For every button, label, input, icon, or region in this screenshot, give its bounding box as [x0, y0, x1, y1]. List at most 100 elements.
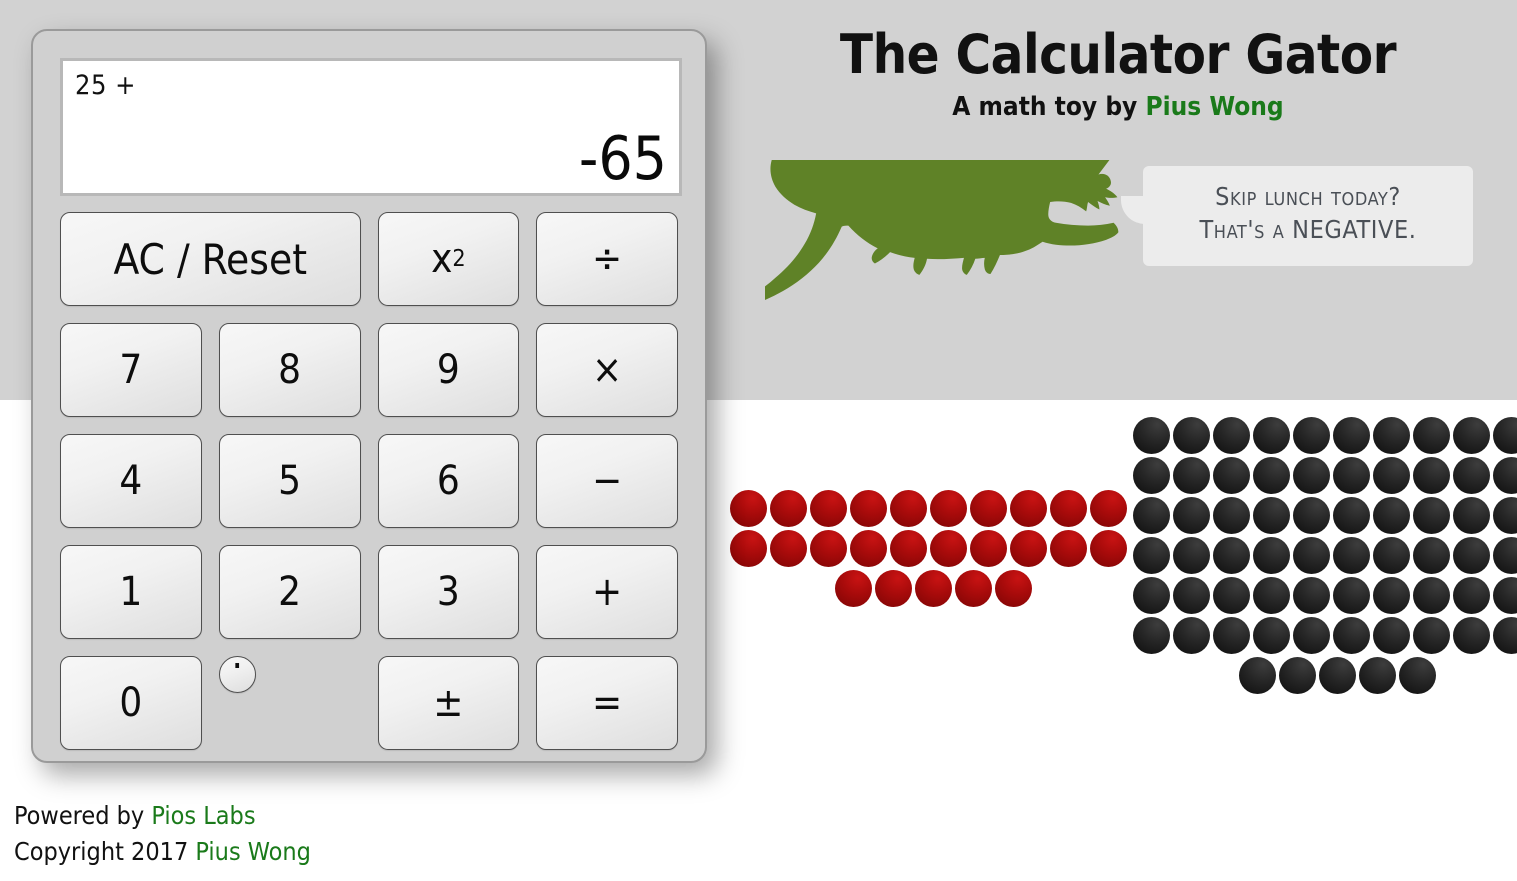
red-dot [1010, 490, 1047, 527]
red-dot [850, 530, 887, 567]
key-9[interactable]: 9 [377, 323, 520, 417]
key-ac-reset[interactable]: AC / Reset [60, 212, 361, 306]
subtitle-prefix: A math toy by [952, 92, 1146, 123]
red-dot [970, 530, 1007, 567]
black-dot [1213, 617, 1250, 654]
key-4[interactable]: 4 [60, 434, 202, 528]
black-dot [1293, 537, 1330, 574]
calculator-display: 25 + -65 [60, 58, 682, 196]
key-decimal[interactable]: . [218, 632, 256, 693]
copyright-author-link[interactable]: Pius Wong [195, 837, 310, 866]
dot-row [1133, 577, 1517, 614]
black-dot [1493, 617, 1517, 654]
red-dot [810, 490, 847, 527]
black-dot [1333, 457, 1370, 494]
black-dot-group [1133, 417, 1517, 697]
black-dot [1213, 577, 1250, 614]
calculator-panel: 25 + -65 AC / Reset x 2 ÷ 7 8 9 × 4 5 6− 1 2 3 +0. ± = [31, 29, 707, 763]
black-dot [1173, 457, 1210, 494]
footer-powered-prefix: Powered by [14, 801, 152, 830]
dot-row [1133, 617, 1517, 654]
display-expression: 25 + [75, 70, 136, 101]
black-dot [1493, 577, 1517, 614]
key-1[interactable]: 1 [60, 545, 202, 639]
black-dot [1173, 577, 1210, 614]
key-5[interactable]: 5 [218, 434, 361, 528]
black-dot [1453, 457, 1490, 494]
black-dot [1493, 537, 1517, 574]
black-dot [1373, 617, 1410, 654]
key-8[interactable]: 8 [218, 323, 361, 417]
dot-row [1133, 657, 1517, 694]
dot-row [730, 530, 1127, 567]
black-dot [1373, 537, 1410, 574]
black-dot [1413, 617, 1450, 654]
title-block: The Calculator Gator A math toy by Pius … [760, 23, 1476, 122]
black-dot [1253, 457, 1290, 494]
red-dot [850, 490, 887, 527]
black-dot [1493, 457, 1517, 494]
footer-powered-by: Powered by Pios Labs [14, 798, 311, 834]
black-dot [1373, 417, 1410, 454]
black-dot [1253, 417, 1290, 454]
red-dot [930, 490, 967, 527]
black-dot [1373, 497, 1410, 534]
black-dot [1333, 617, 1370, 654]
black-dot [1133, 577, 1170, 614]
black-dot [1253, 537, 1290, 574]
author-link[interactable]: Pius Wong [1145, 92, 1283, 122]
key-2[interactable]: 2 [218, 545, 361, 639]
red-dot [930, 530, 967, 567]
black-dot [1413, 497, 1450, 534]
key-plus-minus[interactable]: ± [377, 656, 520, 750]
black-dot [1333, 537, 1370, 574]
dot-row [730, 570, 1127, 607]
speech-line-2: That's a NEGATIVE. [1199, 215, 1417, 244]
page-subtitle: A math toy by Pius Wong [760, 92, 1476, 122]
black-dot [1399, 657, 1436, 694]
black-dot [1133, 537, 1170, 574]
key-7[interactable]: 7 [60, 323, 202, 417]
app-root: 25 + -65 AC / Reset x 2 ÷ 7 8 9 × 4 5 6− 1 2 3 +0. ± = T… [0, 0, 1517, 881]
black-dot [1133, 497, 1170, 534]
key-square-base: x [431, 236, 453, 282]
black-dot [1413, 417, 1450, 454]
black-dot [1293, 457, 1330, 494]
red-dot [890, 490, 927, 527]
footer-copyright: Copyright 2017 Pius Wong [14, 834, 311, 870]
pios-labs-link[interactable]: Pios Labs [151, 801, 255, 830]
key-3[interactable]: 3 [377, 545, 520, 639]
black-dot [1293, 617, 1330, 654]
key-subtract[interactable]: − [536, 434, 678, 528]
key-0[interactable]: 0 [60, 656, 202, 750]
black-dot [1373, 457, 1410, 494]
speech-line-1: Skip lunch today? [1215, 182, 1401, 211]
black-dot [1493, 497, 1517, 534]
key-equals[interactable]: = [536, 656, 678, 750]
key-6[interactable]: 6 [377, 434, 520, 528]
alligator-icon [765, 160, 1125, 350]
key-square[interactable]: x2 [377, 212, 520, 306]
black-dot [1333, 577, 1370, 614]
black-dot [1453, 537, 1490, 574]
calculator-keypad: AC / Reset x 2 ÷ 7 8 9 × 4 5 6− 1 2 3 +0. ± = [60, 212, 678, 750]
red-dot [1050, 490, 1087, 527]
footer-copyright-prefix: Copyright 2017 [14, 836, 196, 866]
page-title: The Calculator Gator [839, 23, 1397, 86]
red-dot [1010, 530, 1047, 567]
black-dot [1253, 577, 1290, 614]
key-multiply[interactable]: × [536, 323, 678, 417]
gator-speech-bubble: Skip lunch today? That's a NEGATIVE. [1121, 166, 1473, 266]
red-dot [970, 490, 1007, 527]
black-dot [1293, 577, 1330, 614]
black-dot [1293, 497, 1330, 534]
black-dot [1173, 497, 1210, 534]
key-divide[interactable]: ÷ [536, 212, 678, 306]
key-add[interactable]: + [536, 545, 678, 639]
red-dot [955, 570, 992, 607]
black-dot [1293, 417, 1330, 454]
red-dot [1090, 490, 1127, 527]
black-dot [1333, 497, 1370, 534]
black-dot [1253, 617, 1290, 654]
black-dot [1133, 457, 1170, 494]
